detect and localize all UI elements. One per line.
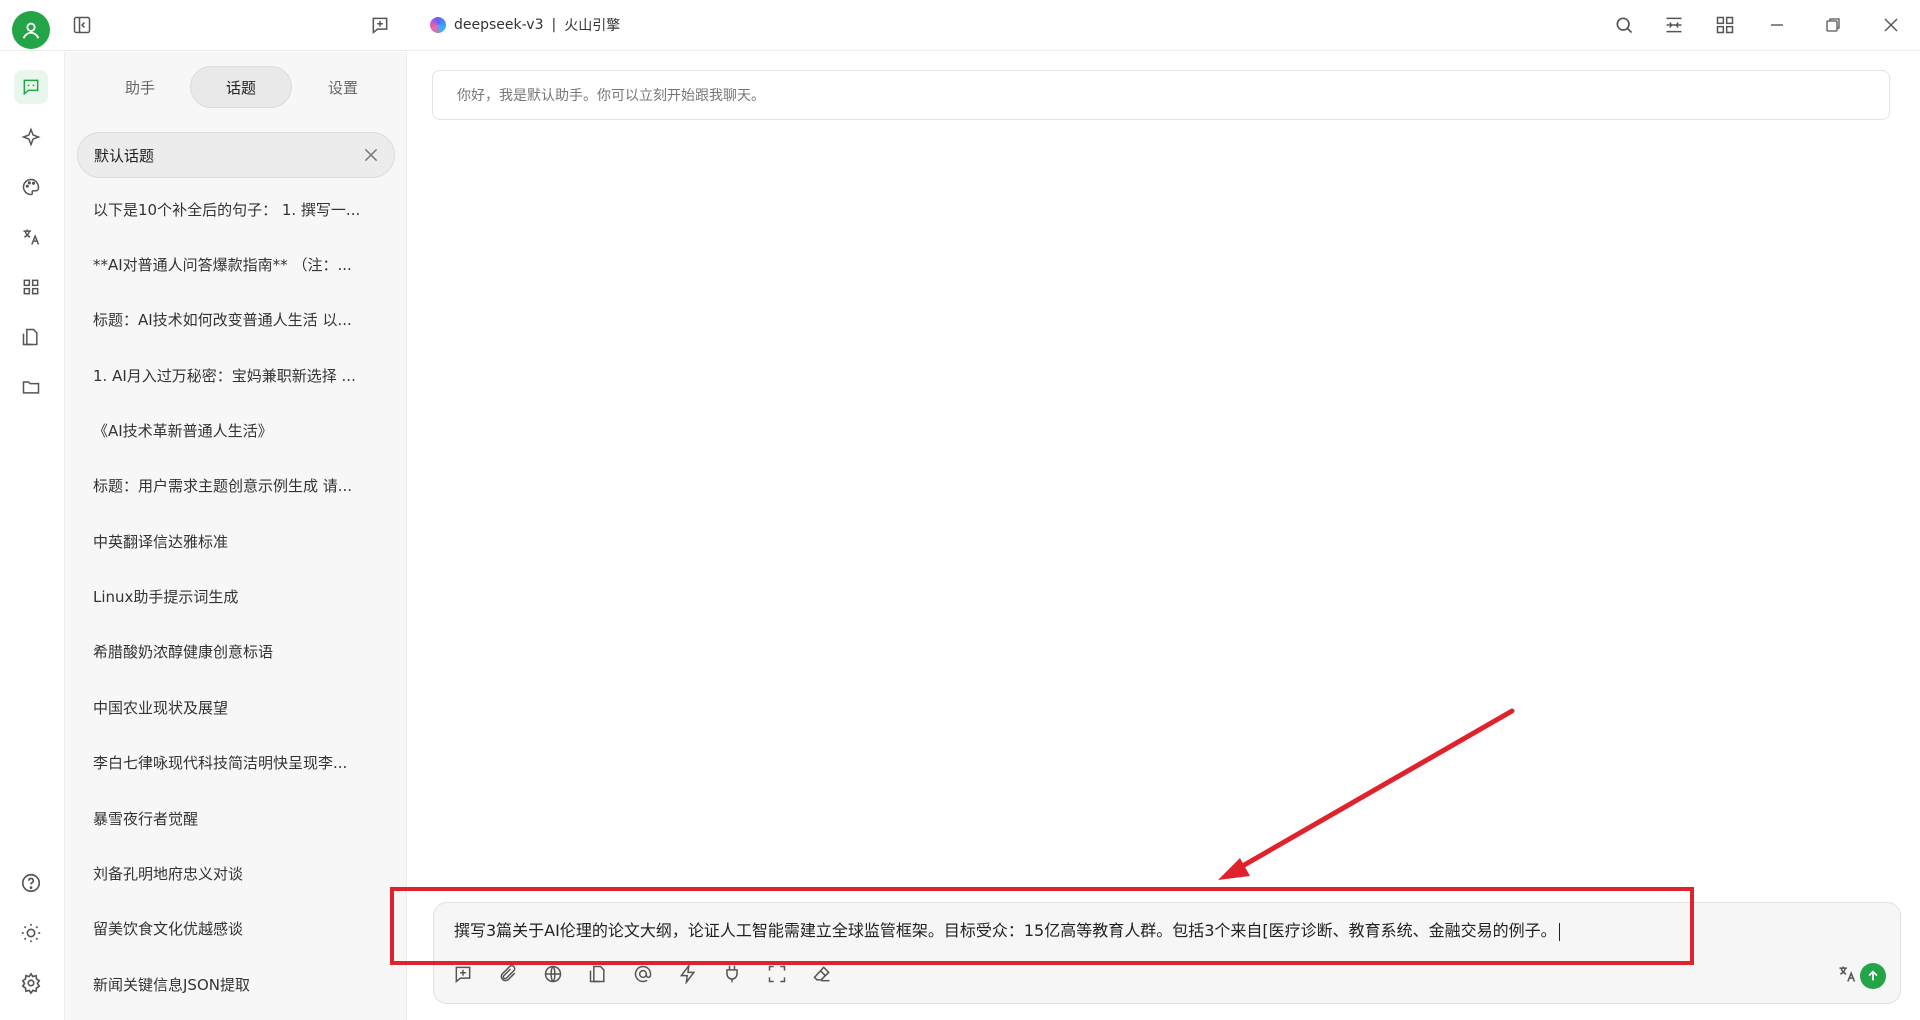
files-icon[interactable] [14,320,48,354]
default-topic-item[interactable]: 默认话题 [77,132,395,178]
settings-icon[interactable] [14,966,48,1000]
search-icon[interactable] [1610,11,1638,39]
user-avatar[interactable] [12,11,50,49]
palette-icon[interactable] [14,170,48,204]
send-icon [1868,970,1878,981]
translate-icon[interactable] [14,220,48,254]
topic-item[interactable]: 标题：用户需求主题创意示例生成 请... [93,474,383,498]
chat-main: 你好，我是默认助手。你可以立刻开始跟我聊天。 撰写3篇关于AI伦理的论文大纲，论… [407,52,1920,1020]
tab-settings[interactable]: 设置 [292,66,394,108]
topic-item[interactable]: 以下是10个补全后的句子： 1. 撰写一... [93,198,383,222]
topic-item[interactable]: 中英翻译信达雅标准 [93,530,383,554]
folder-icon[interactable] [14,370,48,404]
topic-item[interactable]: Linux助手提示词生成 [93,585,383,609]
translate-icon[interactable] [1834,961,1860,987]
sparkle-icon[interactable] [14,120,48,154]
topic-item[interactable]: 李白七律咏现代科技简洁明快呈现李... [93,751,383,775]
annotation-highlight-box [390,887,1694,965]
provider-name: 火山引擎 [564,18,621,34]
apps-icon[interactable] [14,270,48,304]
tab-topics[interactable]: 话题 [190,66,292,108]
title-separator: | [551,17,557,33]
tab-assistant[interactable]: 助手 [89,66,191,108]
model-name: deepseek-v3 [454,17,544,33]
topic-item[interactable]: 新闻关键信息JSON提取 [93,973,383,997]
topic-item[interactable]: 留美饮食文化优越感谈 [93,917,383,941]
topic-item[interactable]: 《AI技术革新普通人生活》 [93,419,383,443]
default-topic-label: 默认话题 [94,146,155,165]
panel-tabs: 助手 话题 设置 [89,66,389,108]
theme-icon[interactable] [14,916,48,950]
welcome-message: 你好，我是默认助手。你可以立刻开始跟我聊天。 [432,70,1890,120]
minimize-icon[interactable] [1763,11,1791,39]
model-logo-icon [430,17,446,33]
grid-icon[interactable] [1711,11,1739,39]
sidebar-toggle-icon[interactable] [68,11,96,39]
topic-panel: 助手 话题 设置 默认话题 以下是10个补全后的句子： 1. 撰写一... **… [64,52,407,1020]
new-topic-icon[interactable] [366,11,394,39]
help-icon[interactable] [14,866,48,900]
topic-item[interactable]: 1. AI月入过万秘密：宝妈兼职新选择 ... [93,364,383,388]
left-rail [0,52,64,1020]
title-bar: deepseek-v3 | 火山引擎 [0,0,1920,51]
topic-item[interactable]: 中国农业现状及展望 [93,696,383,720]
close-icon[interactable] [362,146,380,164]
layout-icon[interactable] [1660,11,1688,39]
topic-item[interactable]: **AI对普通人问答爆款指南** （注：... [93,253,383,277]
topic-item[interactable]: 标题：AI技术如何改变普通人生活 以... [93,308,383,332]
model-title[interactable]: deepseek-v3 | 火山引擎 [430,15,620,35]
send-button[interactable] [1860,963,1886,989]
topic-item[interactable]: 刘备孔明地府忠义对谈 [93,862,383,886]
topic-item[interactable]: 希腊酸奶浓醇健康创意标语 [93,640,383,664]
restore-icon[interactable] [1819,11,1847,39]
close-icon[interactable] [1877,11,1905,39]
topic-item[interactable]: 暴雪夜行者觉醒 [93,807,383,831]
chat-icon[interactable] [14,70,48,104]
